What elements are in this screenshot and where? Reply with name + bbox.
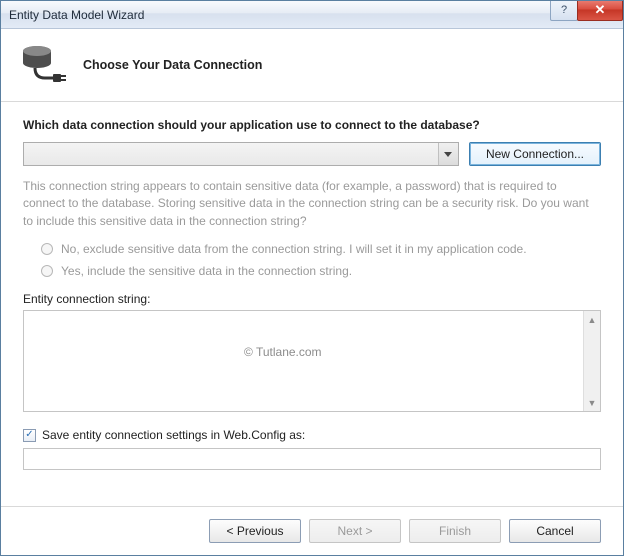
wizard-body: Which data connection should your applic… [1, 102, 623, 506]
scrollbar[interactable]: ▲ ▼ [583, 311, 600, 411]
chevron-down-icon [438, 143, 458, 165]
help-button[interactable]: ? [550, 1, 578, 21]
titlebar[interactable]: Entity Data Model Wizard ? ✕ [1, 1, 623, 29]
check-icon: ✓ [25, 430, 33, 440]
entity-connection-label: Entity connection string: [23, 292, 601, 306]
save-settings-name-input[interactable] [23, 448, 601, 470]
save-settings-row: ✓ Save entity connection settings in Web… [23, 428, 601, 442]
sensitive-data-info: This connection string appears to contai… [23, 178, 601, 230]
save-settings-label: Save entity connection settings in Web.C… [42, 428, 305, 442]
connection-row: New Connection... [23, 142, 601, 166]
radio-exclude-sensitive: No, exclude sensitive data from the conn… [41, 242, 601, 256]
scroll-down-icon: ▼ [584, 394, 600, 411]
new-connection-button[interactable]: New Connection... [469, 142, 601, 166]
wizard-header: Choose Your Data Connection [1, 29, 623, 102]
database-plug-icon [19, 43, 67, 87]
window-title: Entity Data Model Wizard [9, 8, 551, 22]
entity-connection-textarea[interactable]: © Tutlane.com ▲ ▼ [23, 310, 601, 412]
radio-icon [41, 265, 53, 277]
radio-include-sensitive: Yes, include the sensitive data in the c… [41, 264, 601, 278]
cancel-button[interactable]: Cancel [509, 519, 601, 543]
help-icon: ? [561, 4, 567, 16]
connection-dropdown[interactable] [23, 142, 459, 166]
titlebar-buttons: ? ✕ [551, 1, 623, 21]
next-button: Next > [309, 519, 401, 543]
radio-include-label: Yes, include the sensitive data in the c… [61, 264, 352, 278]
wizard-step-title: Choose Your Data Connection [83, 58, 262, 72]
close-button[interactable]: ✕ [577, 1, 623, 21]
connection-prompt: Which data connection should your applic… [23, 118, 601, 132]
close-icon: ✕ [595, 2, 606, 18]
radio-exclude-label: No, exclude sensitive data from the conn… [61, 242, 527, 256]
radio-icon [41, 243, 53, 255]
wizard-window: Entity Data Model Wizard ? ✕ Choose Your… [0, 0, 624, 556]
scroll-up-icon: ▲ [584, 311, 600, 328]
save-settings-checkbox[interactable]: ✓ [23, 429, 36, 442]
previous-button[interactable]: < Previous [209, 519, 301, 543]
wizard-footer: < Previous Next > Finish Cancel [1, 506, 623, 555]
watermark-text: © Tutlane.com [244, 345, 322, 359]
finish-button: Finish [409, 519, 501, 543]
